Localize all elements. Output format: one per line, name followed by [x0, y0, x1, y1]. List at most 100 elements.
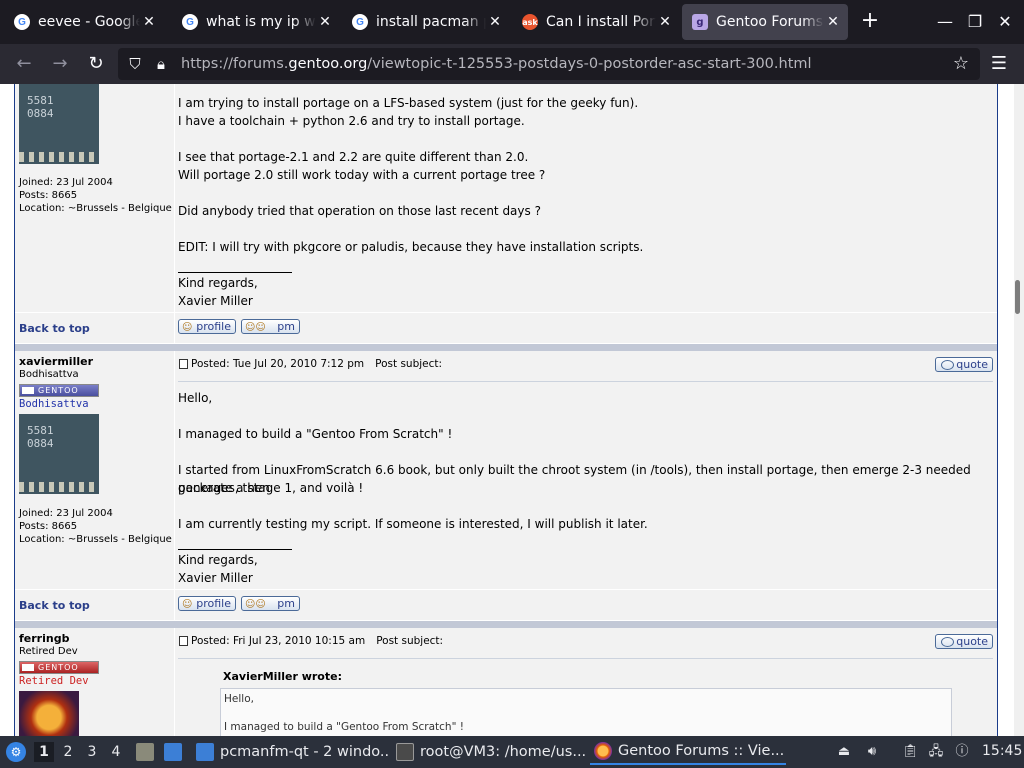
tab-can-i-install-portage[interactable]: ask Can I install Port ✕	[512, 4, 680, 40]
new-tab-button[interactable]: +	[858, 10, 882, 34]
bookmark-star-icon[interactable]: ☆	[950, 53, 972, 75]
post-date: Posted: Tue Jul 20, 2010 7:12 pm	[191, 358, 365, 370]
shield-icon[interactable]: ⛉	[124, 53, 146, 75]
gentoo-icon: g	[692, 14, 708, 30]
desktop-3-button[interactable]: 3	[82, 742, 102, 762]
close-icon[interactable]: ✕	[824, 14, 842, 30]
tab-strip: G eevee - Google S ✕ G what is my ip wh …	[0, 0, 1024, 44]
signature-divider	[178, 549, 292, 550]
url-bar[interactable]: ⛉ 🔒︎ https://forums.gentoo.org/viewtopic…	[118, 48, 980, 80]
close-icon[interactable]: ✕	[656, 14, 674, 30]
menu-icon[interactable]: ☰	[988, 53, 1010, 75]
location: Location: ~Brussels - Belgique	[19, 203, 172, 214]
tab-eevee[interactable]: G eevee - Google S ✕	[4, 4, 164, 40]
pm-button[interactable]: ☺☺ pm	[241, 319, 300, 334]
location: Location: ~Brussels - Belgique	[19, 534, 172, 545]
minimize-icon[interactable]: —	[934, 11, 956, 33]
close-icon[interactable]: ✕	[140, 14, 158, 30]
start-menu-icon[interactable]: ⚙	[6, 742, 26, 762]
signature-line: Xavier Miller	[178, 294, 253, 308]
desktop-2-button[interactable]: 2	[58, 742, 78, 762]
signature-line: Kind regards,	[178, 276, 258, 290]
author-name[interactable]: xaviermiller	[19, 355, 93, 368]
signature-line: Xavier Miller	[178, 571, 253, 585]
close-icon[interactable]: ✕	[316, 14, 334, 30]
post-line: generate a stage 1, and voilà !	[178, 481, 364, 495]
pm-icon: ☺☺	[245, 322, 266, 333]
post-footer-row: Back to top ☺ profile ☺☺ pm	[15, 590, 997, 620]
forward-arrow-icon[interactable]: →	[49, 53, 71, 75]
google-icon: G	[352, 14, 368, 30]
clipboard-icon[interactable]: 📋︎	[902, 744, 919, 760]
author-column: xaviermiller Bodhisattva GENTOO Bodhisat…	[15, 351, 173, 589]
quote-button[interactable]: quote	[935, 357, 993, 372]
clock[interactable]: 15:45	[982, 743, 1022, 759]
post-line: Hello,	[178, 391, 213, 405]
post-date: Posted: Fri Jul 23, 2010 10:15 am	[191, 635, 366, 647]
tab-title: what is my ip wh	[206, 14, 316, 30]
back-to-top-link[interactable]: Back to top	[19, 322, 90, 335]
post-count: Posts: 8665	[19, 190, 78, 201]
divider	[178, 381, 993, 382]
post-line: Did anybody tried that operation on thos…	[178, 204, 541, 218]
pm-button[interactable]: ☺☺ pm	[241, 596, 300, 611]
back-to-top-link[interactable]: Back to top	[19, 599, 90, 612]
quote-line: Hello,	[224, 693, 254, 705]
close-icon[interactable]: ✕	[486, 14, 504, 30]
desktop-4-button[interactable]: 4	[106, 742, 126, 762]
notification-icon[interactable]: ⓘ	[954, 744, 970, 760]
profile-button[interactable]: ☺ profile	[178, 319, 236, 334]
tab-title: Can I install Port	[546, 14, 656, 30]
author-name[interactable]: ferringb	[19, 632, 69, 645]
show-desktop-icon[interactable]	[136, 743, 154, 761]
task-terminal[interactable]: root@VM3: /home/us...	[392, 739, 588, 765]
task-firefox[interactable]: Gentoo Forums :: Vie...	[590, 739, 786, 765]
volume-icon[interactable]: 🔊︎	[864, 744, 880, 760]
post-separator	[15, 621, 997, 628]
quote-button[interactable]: quote	[935, 634, 993, 649]
scrollbar-track[interactable]	[1014, 84, 1024, 736]
desktop-1-button[interactable]: 1	[34, 742, 54, 762]
signature-line: Kind regards,	[178, 553, 258, 567]
post-line: I am currently testing my script. If som…	[178, 517, 648, 531]
quote-box: Hello, I managed to build a "Gentoo From…	[220, 688, 952, 736]
post-count: Posts: 8665	[19, 521, 78, 532]
terminal-icon	[396, 743, 414, 761]
post-row: 5581 0884 Joined: 23 Jul 2004 Posts: 866…	[15, 84, 997, 312]
url-text[interactable]: https://forums.gentoo.org/viewtopic-t-12…	[181, 56, 812, 72]
post-separator	[15, 344, 997, 351]
navigation-toolbar: ← → ↻ ⛉ 🔒︎ https://forums.gentoo.org/vie…	[0, 44, 1024, 84]
join-date: Joined: 23 Jul 2004	[19, 508, 113, 519]
post-subject: Post subject:	[375, 358, 443, 370]
rank-label: Bodhisattva	[19, 398, 89, 410]
author-rank: Bodhisattva	[19, 369, 79, 380]
post-line: Will portage 2.0 still work today with a…	[178, 168, 546, 182]
scrollbar-thumb[interactable]	[1015, 280, 1020, 314]
ask-icon: ask	[522, 14, 538, 30]
profile-icon: ☺	[182, 322, 193, 333]
lock-icon[interactable]: 🔒︎	[150, 53, 172, 75]
task-pcmanfm[interactable]: pcmanfm-qt - 2 windo...	[192, 739, 388, 765]
avatar-chip-text: 5581 0884	[27, 424, 54, 450]
forum-page: 5581 0884 Joined: 23 Jul 2004 Posts: 866…	[0, 84, 1014, 736]
post-row: xaviermiller Bodhisattva GENTOO Bodhisat…	[15, 351, 997, 589]
folder-icon	[196, 743, 214, 761]
reload-icon[interactable]: ↻	[85, 53, 107, 75]
window-close-icon[interactable]: ✕	[994, 11, 1016, 33]
restore-icon[interactable]: ❐	[964, 11, 986, 33]
tab-what-is-my-ip[interactable]: G what is my ip wh ✕	[172, 4, 340, 40]
avatar: 5581 0884	[19, 84, 99, 164]
tab-gentoo-forums[interactable]: g Gentoo Forums : ✕	[682, 4, 848, 40]
quote-line: I managed to build a "Gentoo From Scratc…	[224, 721, 464, 733]
tab-title: eevee - Google S	[38, 14, 140, 30]
back-arrow-icon[interactable]: ←	[13, 53, 35, 75]
profile-button[interactable]: ☺ profile	[178, 596, 236, 611]
author-column: 5581 0884 Joined: 23 Jul 2004 Posts: 866…	[15, 84, 173, 312]
avatar	[19, 691, 79, 736]
file-manager-launcher-icon[interactable]	[164, 743, 182, 761]
upload-icon[interactable]: ⏏	[836, 744, 852, 760]
post-body: Posted: Fri Jul 23, 2010 10:15 am Post s…	[174, 628, 997, 736]
tab-install-pacman[interactable]: G install pacman p ✕	[342, 4, 510, 40]
post-body: I am trying to install portage on a LFS-…	[174, 84, 997, 312]
network-icon[interactable]: 🖧	[928, 744, 944, 760]
